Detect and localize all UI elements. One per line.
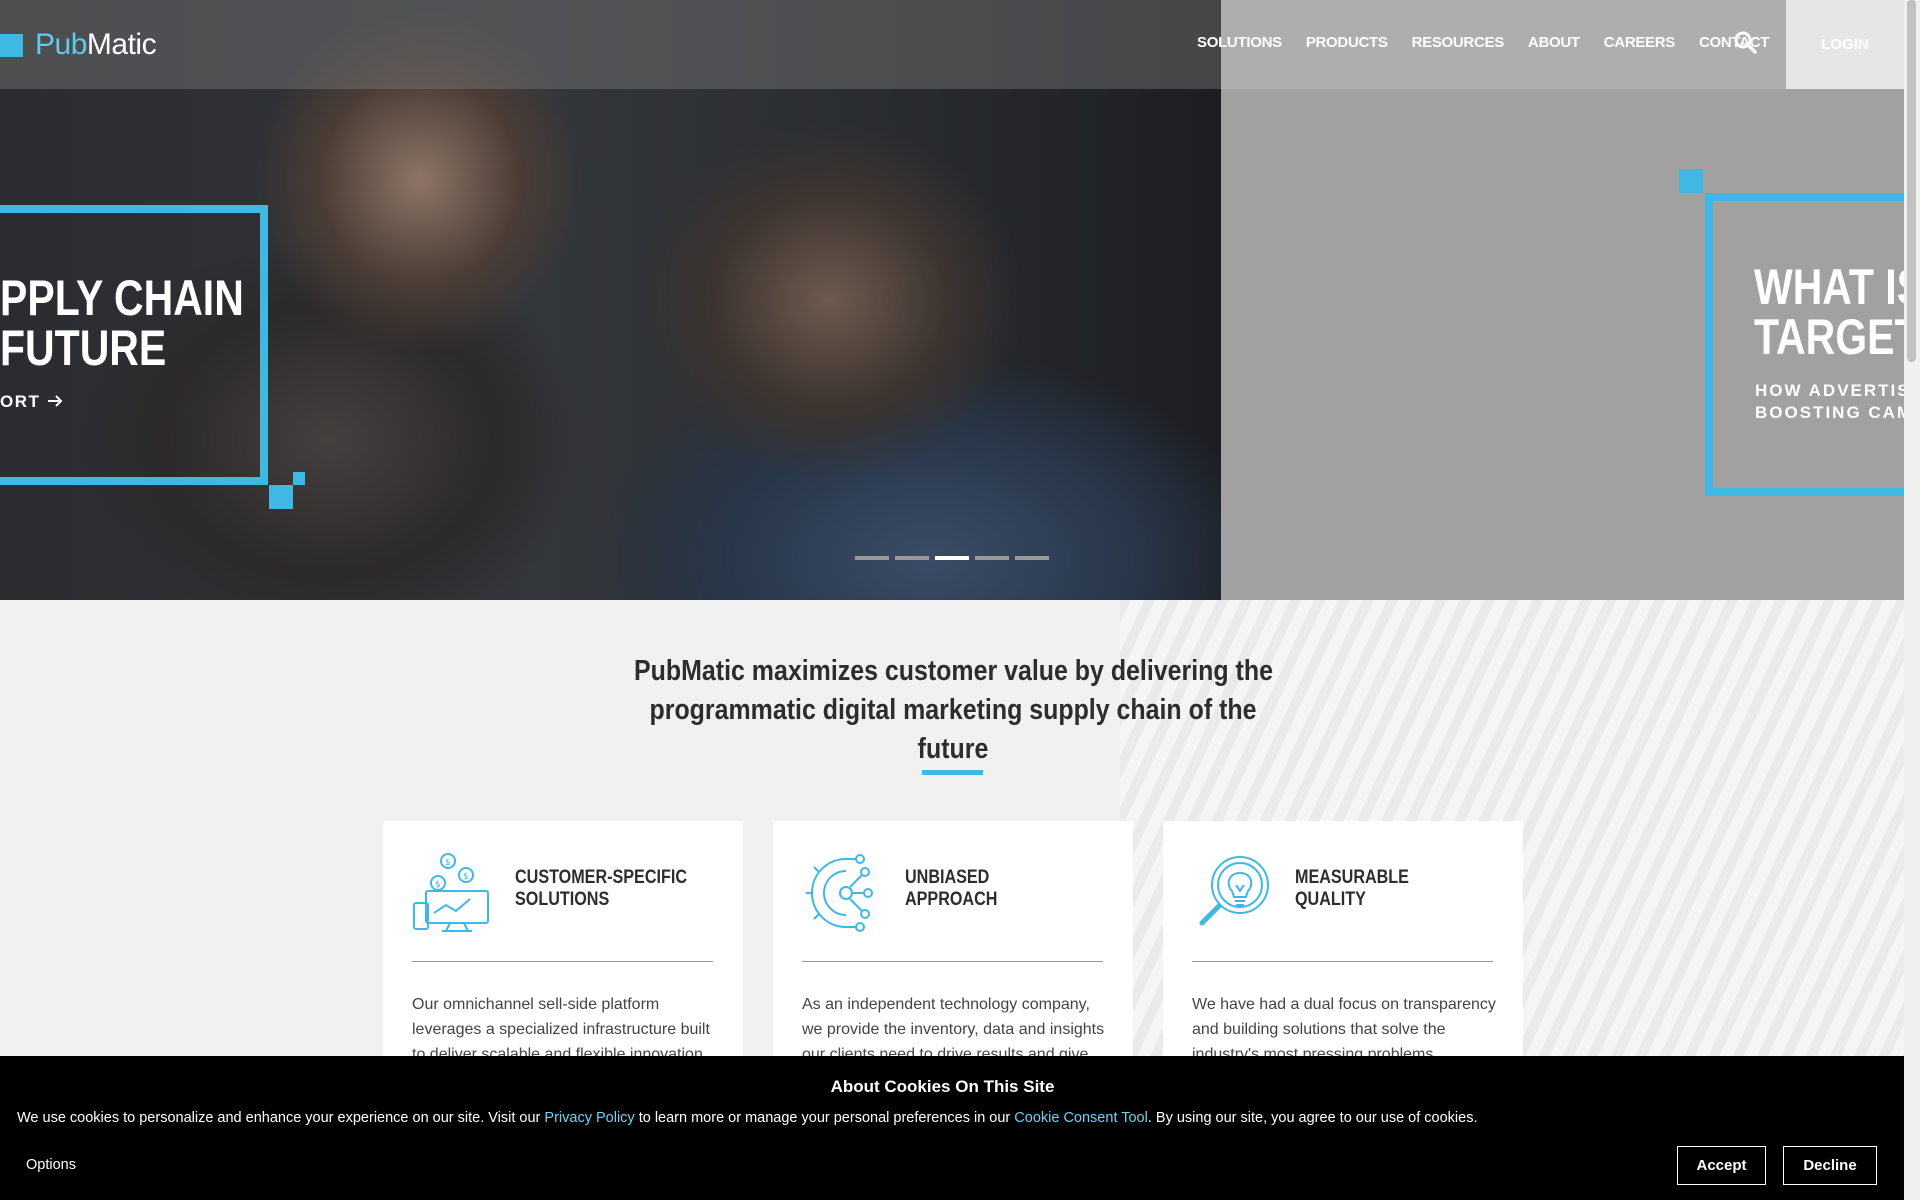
search-icon[interactable] — [1733, 30, 1757, 54]
tagline-underline — [922, 770, 983, 775]
nav-resources[interactable]: RESOURCES — [1412, 34, 1505, 51]
arrow-right-icon — [47, 395, 63, 407]
slide-title: WHAT IS TARGET — [1754, 259, 1904, 365]
privacy-policy-link[interactable]: Privacy Policy — [544, 1110, 634, 1126]
svg-text:$: $ — [445, 858, 451, 868]
slider-dot-active[interactable] — [935, 556, 969, 560]
nav-about[interactable]: ABOUT — [1528, 34, 1580, 51]
logo-text: PubMatic — [35, 28, 157, 61]
slider-dot[interactable] — [895, 556, 929, 560]
scrollbar-thumb[interactable] — [1907, 0, 1916, 362]
hero-carousel: PPLY CHAIN FUTURE ORT WHAT IS TARGET HOW… — [0, 0, 1904, 600]
card-title: MEASURABLE QUALITY — [1295, 867, 1409, 910]
slider-pagination — [855, 556, 1055, 560]
logo-square-icon — [0, 33, 23, 57]
card-divider — [412, 961, 713, 962]
card-divider — [802, 961, 1103, 962]
frame-corner-square — [1679, 169, 1703, 193]
slider-dot[interactable] — [975, 556, 1009, 560]
nav-solutions[interactable]: SOLUTIONS — [1197, 34, 1282, 51]
accept-button[interactable]: Accept — [1677, 1146, 1766, 1185]
nav-products[interactable]: PRODUCTS — [1306, 34, 1388, 51]
frame-corner-square — [293, 472, 305, 485]
card-title: CUSTOMER-SPECIFIC SOLUTIONS — [515, 867, 687, 910]
pubmatic-logo[interactable]: PubMatic — [0, 28, 157, 61]
login-button[interactable]: LOGIN — [1786, 0, 1904, 89]
slide-cta-link[interactable]: ORT — [0, 392, 63, 412]
cookie-banner: About Cookies On This Site We use cookie… — [0, 1056, 1904, 1200]
card-title: UNBIASED APPROACH — [905, 867, 998, 910]
slide-subtitle: HOW ADVERTIS BOOSTING CAM — [1755, 381, 1904, 422]
lightbulb-magnifier-icon — [1199, 856, 1269, 926]
decline-button[interactable]: Decline — [1783, 1146, 1877, 1185]
slide-title: PPLY CHAIN FUTURE — [0, 270, 244, 376]
nav-careers[interactable]: CAREERS — [1604, 34, 1676, 51]
page-tagline: PubMatic maximizes customer value by del… — [633, 655, 1273, 765]
svg-text:$: $ — [435, 880, 441, 890]
main-nav: SOLUTIONS PRODUCTS RESOURCES ABOUT CAREE… — [1197, 34, 1793, 51]
cookie-banner-text: We use cookies to personalize and enhanc… — [17, 1110, 1478, 1126]
frame-corner-square — [269, 485, 293, 509]
gear-network-icon — [806, 854, 873, 932]
slider-dot[interactable] — [855, 556, 889, 560]
card-divider — [1192, 961, 1493, 962]
cookie-options-link[interactable]: Options — [26, 1157, 76, 1173]
cookie-banner-title: About Cookies On This Site — [830, 1077, 1055, 1096]
slider-dot[interactable] — [1015, 556, 1049, 560]
cookie-consent-tool-link[interactable]: Cookie Consent Tool — [1014, 1110, 1148, 1126]
svg-text:$: $ — [463, 872, 469, 882]
devices-money-icon: $ $ $ — [413, 853, 489, 932]
